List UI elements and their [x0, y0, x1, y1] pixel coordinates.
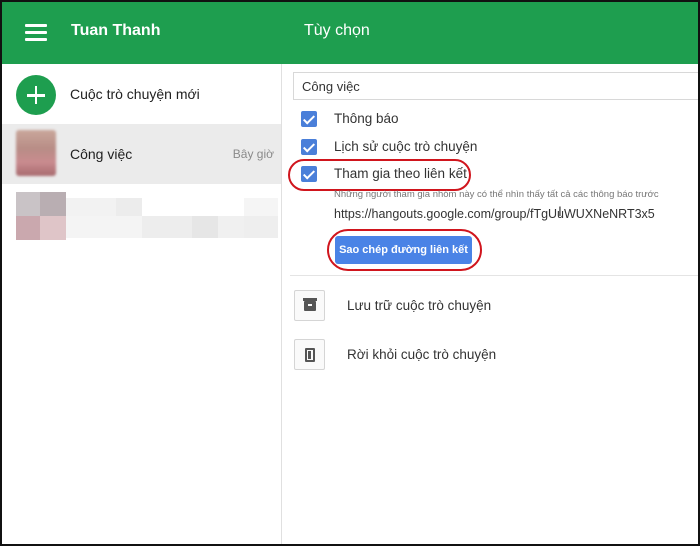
archive-button[interactable]: [294, 290, 325, 321]
leave-label: Rời khỏi cuộc trò chuyện: [347, 347, 497, 362]
app-window: Tuan Thanh Tùy chọn Cuộc trò chuyện mới …: [0, 0, 700, 546]
notifications-option[interactable]: Thông báo: [301, 109, 601, 131]
leave-conversation-action[interactable]: Rời khỏi cuộc trò chuyện: [294, 339, 684, 371]
join-link-text[interactable]: https://hangouts.google.com/group/fTgUuW…: [334, 207, 655, 221]
notifications-label: Thông báo: [334, 111, 399, 126]
leave-button[interactable]: [294, 339, 325, 370]
notifications-checkbox[interactable]: [301, 111, 317, 127]
app-header: Tuan Thanh Tùy chọn: [2, 2, 698, 64]
highlight-oval: [288, 159, 471, 191]
archive-conversation-action[interactable]: Lưu trữ cuộc trò chuyện: [294, 290, 684, 322]
conversation-name: Công việc: [70, 146, 133, 162]
leave-door-icon: [305, 348, 315, 362]
new-conversation-button[interactable]: Cuộc trò chuyện mới: [2, 64, 282, 124]
copy-link-button[interactable]: Sao chép đường liên kết: [335, 236, 472, 264]
avatar: [16, 130, 56, 176]
options-pane: Công việc Thông báo Lịch sử cuộc trò chu…: [283, 64, 698, 544]
text-cursor-icon: I: [558, 203, 562, 219]
plus-icon: [16, 75, 56, 115]
archive-label: Lưu trữ cuộc trò chuyện: [347, 298, 492, 313]
blurred-conversation-item[interactable]: [16, 192, 278, 240]
new-conversation-label: Cuộc trò chuyện mới: [70, 86, 200, 102]
join-hint-text: Những người tham gia nhóm này có thể nhì…: [334, 189, 659, 200]
hamburger-menu-icon[interactable]: [25, 24, 47, 42]
archive-icon: [303, 298, 317, 311]
conversation-name-input[interactable]: Công việc: [293, 72, 698, 100]
history-label: Lịch sử cuộc trò chuyện: [334, 139, 478, 154]
options-pane-title: Tùy chọn: [304, 22, 370, 39]
conversation-list: Cuộc trò chuyện mới Công việc Bây giờ: [2, 64, 282, 544]
history-option[interactable]: Lịch sử cuộc trò chuyện: [301, 137, 601, 159]
conversation-item-cong-viec[interactable]: Công việc Bây giờ: [2, 124, 281, 184]
divider: [290, 275, 698, 276]
app-title: Tuan Thanh: [71, 22, 161, 39]
conversation-time: Bây giờ: [232, 147, 274, 161]
history-checkbox[interactable]: [301, 139, 317, 155]
